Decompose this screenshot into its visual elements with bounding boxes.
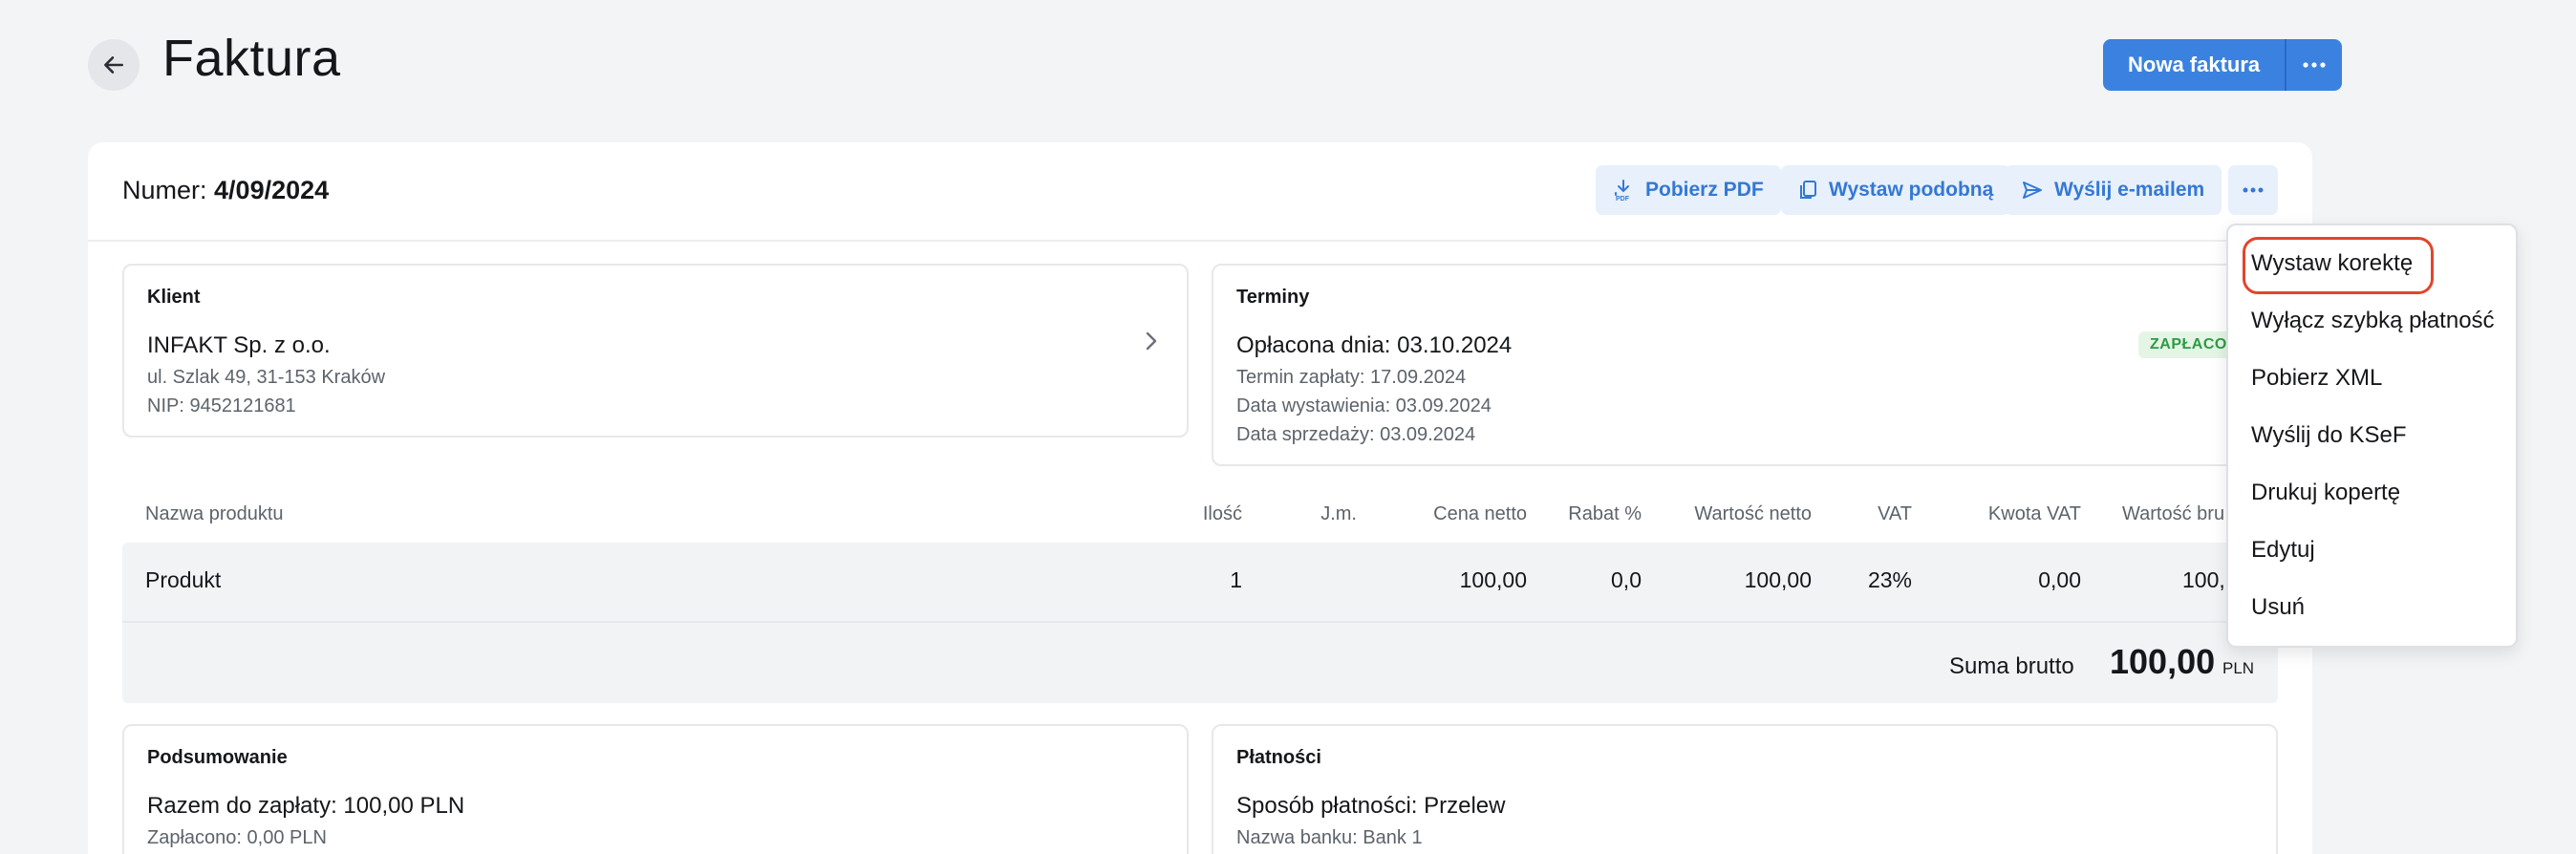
menu-item-disable-quick-payment[interactable]: Wyłącz szybką płatność	[2251, 308, 2495, 334]
cell-vat: 23%	[1867, 567, 1912, 592]
terms-issue-date: Data wystawienia: 03.09.2024	[1236, 395, 1492, 416]
menu-item-print-envelope[interactable]: Drukuj kopertę	[2251, 480, 2400, 506]
invoice-number-label: Numer:	[122, 176, 207, 204]
menu-item-download-xml[interactable]: Pobierz XML	[2251, 365, 2382, 392]
th-unit: J.m.	[1320, 503, 1357, 524]
cell-qty: 1	[1230, 567, 1242, 592]
th-qty: Ilość	[1202, 503, 1242, 524]
menu-item-delete[interactable]: Usuń	[2251, 594, 2305, 621]
client-title: Klient	[147, 287, 201, 308]
invoice-number-value: 4/09/2024	[214, 176, 330, 204]
terms-sale-date: Data sprzedaży: 03.09.2024	[1236, 424, 1476, 445]
th-product-name: Nazwa produktu	[145, 503, 284, 524]
invoice-number: Numer: 4/09/2024	[122, 176, 329, 205]
payments-method: Sposób płatności: Przelew	[1236, 793, 1506, 819]
new-invoice-split-button: Nowa faktura	[2103, 39, 2343, 91]
terms-due-date: Termin zapłaty: 17.09.2024	[1236, 367, 1467, 388]
th-vat-amount: Kwota VAT	[1987, 503, 2081, 524]
client-address: ul. Szlak 49, 31-153 Kraków	[147, 367, 386, 388]
invoice-more-button[interactable]	[2228, 165, 2278, 215]
more-dots-icon	[2243, 187, 2264, 193]
arrow-left-icon	[104, 56, 123, 74]
payments-panel: Płatności Sposób płatności: Przelew Nazw…	[1212, 724, 2278, 854]
client-nip: NIP: 9452121681	[147, 395, 296, 416]
cell-product-name: Produkt	[145, 567, 222, 592]
cell-net-price: 100,00	[1459, 567, 1527, 592]
summary-title: Podsumowanie	[147, 747, 288, 768]
th-net-value: Wartość netto	[1694, 503, 1812, 524]
payments-title: Płatności	[1236, 747, 1321, 768]
cell-gross-value: 100,	[2182, 567, 2225, 592]
sum-value: 100,00	[2110, 642, 2216, 681]
menu-item-send-ksef[interactable]: Wyślij do KSeF	[2251, 422, 2407, 449]
download-pdf-label: Pobierz PDF	[1645, 179, 1764, 201]
client-name: INFAKT Sp. z o.o.	[147, 332, 331, 358]
th-vat: VAT	[1878, 503, 1912, 524]
new-invoice-button[interactable]: Nowa faktura	[2103, 39, 2285, 91]
sum-currency: PLN	[2222, 659, 2255, 677]
cell-net-value: 100,00	[1744, 567, 1812, 592]
terms-paid-on: Opłacona dnia: 03.10.2024	[1236, 332, 1513, 358]
back-button[interactable]	[88, 39, 140, 91]
highlight-annotation	[2243, 237, 2434, 294]
cell-vat-amount: 0,00	[2038, 567, 2081, 592]
copy-icon	[1800, 181, 1816, 199]
summary-total: Razem do zapłaty: 100,00 PLN	[147, 793, 465, 819]
summary-panel: Podsumowanie Razem do zapłaty: 100,00 PL…	[122, 724, 1189, 854]
sum-label: Suma brutto	[1949, 653, 2074, 679]
th-gross-value: Wartość bru	[2122, 503, 2225, 524]
payments-bank: Nazwa banku: Bank 1	[1236, 827, 1423, 848]
th-net-price: Cena netto	[1433, 503, 1527, 524]
th-discount: Rabat %	[1568, 503, 1642, 524]
summary-paid: Zapłacono: 0,00 PLN	[147, 827, 327, 848]
header-more-button[interactable]	[2286, 39, 2342, 91]
menu-item-edit[interactable]: Edytuj	[2251, 537, 2315, 564]
send-icon	[2023, 181, 2042, 199]
svg-text:PDF: PDF	[1616, 196, 1630, 202]
page-title: Faktura	[162, 30, 341, 87]
terms-title: Terminy	[1236, 287, 1310, 308]
cell-discount: 0,0	[1611, 567, 1642, 592]
card-divider	[88, 240, 2312, 242]
client-panel[interactable]: Klient INFAKT Sp. z o.o. ul. Szlak 49, 3…	[122, 264, 1189, 438]
issue-similar-button[interactable]: Wystaw podobną	[1781, 165, 2011, 215]
row-divider	[122, 621, 2278, 623]
terms-panel: Terminy Opłacona dnia: 03.10.2024 Termin…	[1212, 264, 2278, 466]
issue-similar-label: Wystaw podobną	[1829, 179, 1994, 201]
pdf-download-icon: PDF	[1615, 180, 1630, 202]
chevron-right-icon	[1146, 331, 1157, 351]
download-pdf-button[interactable]: PDF Pobierz PDF	[1596, 165, 1781, 215]
send-email-button[interactable]: Wyślij e-mailem	[2005, 165, 2222, 215]
more-dots-icon	[2303, 62, 2326, 68]
send-email-label: Wyślij e-mailem	[2054, 179, 2205, 201]
